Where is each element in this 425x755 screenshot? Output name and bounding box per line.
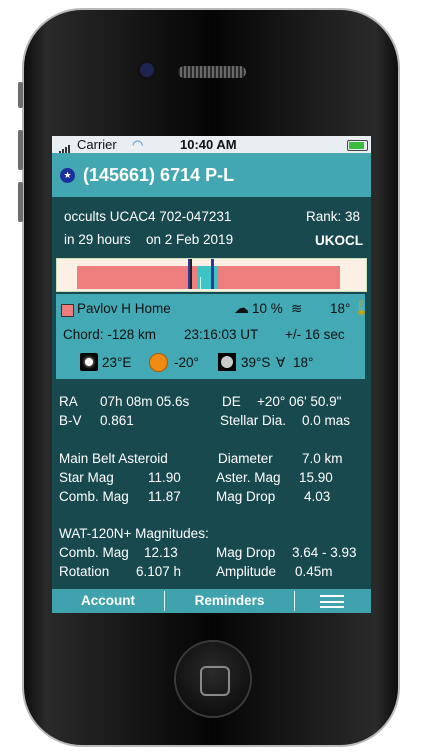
hamburger-menu-icon[interactable] bbox=[320, 595, 344, 608]
event-time-ut: 23:16:03 UT bbox=[184, 327, 259, 342]
station-color-swatch bbox=[61, 304, 74, 317]
status-bar: Carrier ◠ 10:40 AM bbox=[52, 136, 371, 156]
occults-text: occults UCAC4 702-047231 bbox=[64, 209, 232, 224]
stellar-dia-label: Stellar Dia. bbox=[220, 413, 287, 428]
path-marker-right bbox=[211, 259, 214, 289]
path-bar[interactable] bbox=[56, 258, 367, 292]
wat-mag-drop-label: Mag Drop bbox=[216, 545, 276, 560]
amplitude-label: Amplitude bbox=[216, 564, 277, 579]
wat-comb-mag-label: Comb. Mag bbox=[59, 545, 129, 560]
rotation-label: Rotation bbox=[59, 564, 110, 579]
rank-text: Rank: 38 bbox=[306, 209, 361, 224]
bottom-nav: Account Reminders bbox=[52, 589, 371, 613]
clock: 10:40 AM bbox=[180, 137, 237, 152]
app-screen: Carrier ◠ 10:40 AM ★ (145661) 6714 P-L o… bbox=[52, 136, 371, 613]
moon-icon bbox=[218, 353, 236, 371]
de-value: +20° 06' 50.9" bbox=[257, 394, 342, 409]
reminders-button[interactable]: Reminders bbox=[165, 589, 294, 613]
chord-text: Chord: -128 km bbox=[63, 327, 157, 342]
wind-icon: ≋ bbox=[291, 301, 303, 316]
carrier-label: Carrier bbox=[77, 137, 117, 152]
observer-panel: Pavlov H Home ☁ 10 % ≋ 18° 🌡 Chord: -128… bbox=[56, 294, 371, 379]
amplitude-value: 0.45m bbox=[295, 564, 333, 579]
star-altitude: 23°E bbox=[102, 355, 132, 370]
asteroid-type: Main Belt Asteroid bbox=[59, 451, 168, 466]
path-tick bbox=[200, 277, 201, 289]
star-mag-value: 11.90 bbox=[148, 470, 181, 485]
cloud-icon: ☁ bbox=[234, 300, 249, 317]
de-label: DE bbox=[222, 394, 241, 409]
event-date-text: on 2 Feb 2019 bbox=[146, 232, 234, 247]
mag-drop-value: 4.03 bbox=[304, 489, 331, 504]
station-code: UKOCL bbox=[315, 233, 363, 248]
bv-label: B-V bbox=[59, 413, 82, 428]
home-button-icon bbox=[200, 666, 230, 696]
wifi-icon: ◠ bbox=[132, 137, 144, 152]
aster-mag-value: 15.90 bbox=[299, 470, 333, 485]
rotation-value: 6.107 h bbox=[136, 564, 182, 579]
volume-down-button bbox=[18, 182, 23, 222]
time-until-text: in 29 hours bbox=[64, 232, 131, 247]
ra-label: RA bbox=[59, 394, 78, 409]
thermometer-icon: 🌡 bbox=[352, 300, 371, 317]
cloud-cover: 10 % bbox=[252, 301, 283, 316]
front-camera bbox=[140, 63, 154, 77]
time-uncertainty: +/- 16 sec bbox=[285, 327, 345, 342]
account-button[interactable]: Account bbox=[52, 589, 164, 613]
star-mag-label: Star Mag bbox=[59, 470, 114, 485]
diameter-value: 7.0 km bbox=[302, 451, 343, 466]
diameter-label: Diameter bbox=[218, 451, 273, 466]
star-icon bbox=[80, 353, 98, 371]
nav-divider bbox=[294, 591, 295, 611]
aster-mag-label: Aster. Mag bbox=[216, 470, 281, 485]
ra-value: 07h 08m 05.6s bbox=[100, 394, 190, 409]
moon-position: 39°S bbox=[241, 355, 271, 370]
earpiece-speaker bbox=[178, 66, 246, 78]
battery-icon bbox=[347, 140, 368, 151]
wat-heading: WAT-120N+ Magnitudes: bbox=[59, 526, 209, 541]
volume-up-button bbox=[18, 130, 23, 170]
sun-altitude: -20° bbox=[174, 355, 199, 370]
temperature: 18° bbox=[330, 301, 351, 316]
mag-drop-label: Mag Drop bbox=[216, 489, 276, 504]
mute-switch bbox=[18, 82, 23, 108]
stellar-dia-value: 0.0 mas bbox=[302, 413, 351, 428]
moon-phase: 18° bbox=[293, 355, 314, 370]
comb-mag-value: 11.87 bbox=[148, 489, 181, 504]
moon-phase-icon: ∀ bbox=[276, 355, 286, 370]
comb-mag-label: Comb. Mag bbox=[59, 489, 129, 504]
title-bar: ★ (145661) 6714 P-L bbox=[52, 153, 371, 197]
wat-mag-drop-value: 3.64 - 3.93 bbox=[292, 545, 357, 560]
wat-comb-mag-value: 12.13 bbox=[144, 545, 178, 560]
sun-icon bbox=[149, 353, 168, 372]
bv-value: 0.861 bbox=[100, 413, 134, 428]
observer-name[interactable]: Pavlov H Home bbox=[77, 301, 171, 316]
page-title: (145661) 6714 P-L bbox=[83, 165, 235, 185]
asteroid-icon[interactable]: ★ bbox=[60, 168, 75, 183]
observer-position-marker bbox=[190, 259, 192, 289]
